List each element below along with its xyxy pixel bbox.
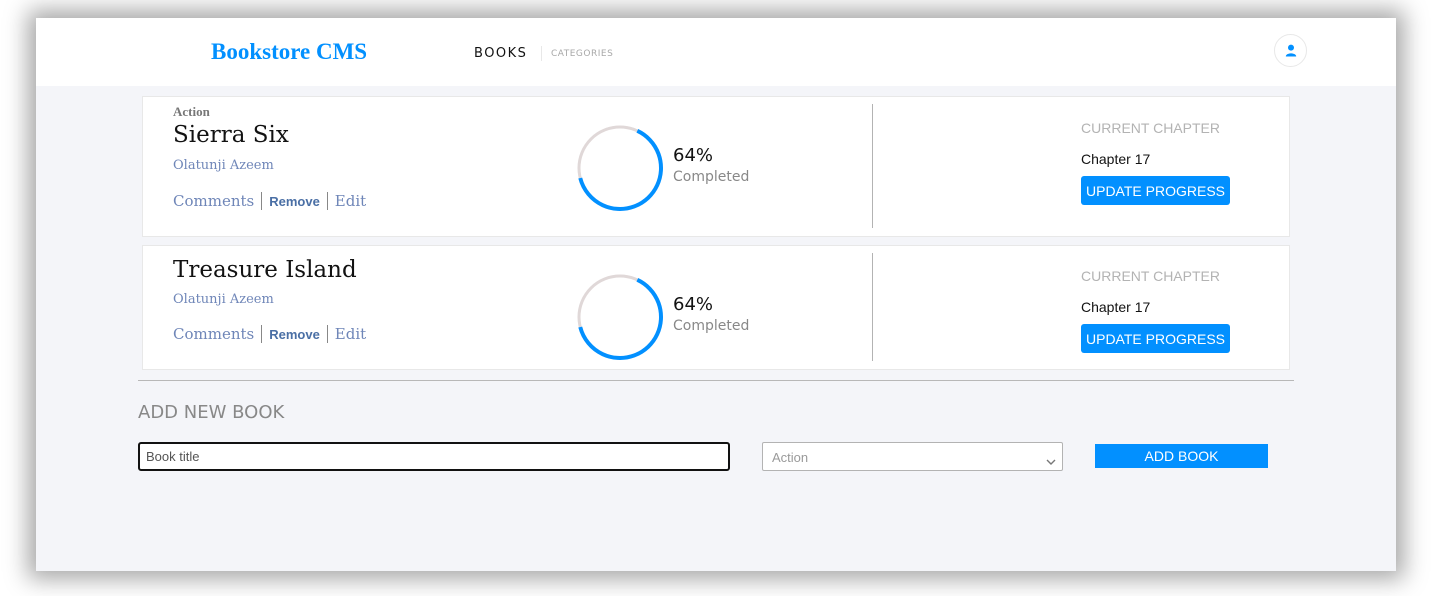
comments-button[interactable]: Comments [173, 192, 254, 210]
action-separator [261, 325, 263, 343]
remove-button[interactable]: Remove [269, 194, 320, 209]
comments-button[interactable]: Comments [173, 325, 254, 343]
update-progress-button[interactable]: UPDATE PROGRESS [1081, 324, 1230, 353]
progress-completed-label: Completed [673, 318, 750, 334]
action-separator [326, 192, 328, 210]
remove-button[interactable]: Remove [269, 327, 320, 342]
action-separator [326, 325, 328, 343]
card-divider [872, 253, 873, 361]
current-chapter-label: CURRENT CHAPTER [1081, 268, 1220, 284]
progress-circle [577, 125, 663, 211]
chevron-down-icon [1046, 453, 1056, 471]
book-card: Treasure Island Olatunji Azeem Comments … [142, 245, 1290, 370]
book-genre: Action [173, 104, 210, 119]
card-divider [872, 104, 873, 228]
category-select-value: Action [772, 450, 809, 465]
book-title: Treasure Island [173, 257, 357, 283]
user-avatar-button[interactable] [1274, 34, 1307, 67]
section-divider [138, 380, 1294, 381]
category-select[interactable]: Action [762, 442, 1063, 471]
progress-percent: 64% [673, 145, 714, 166]
app-window: Bookstore CMS BOOKS CATEGORIES Action Si… [36, 18, 1396, 571]
add-book-button[interactable]: ADD BOOK [1095, 444, 1268, 468]
nav-separator [541, 46, 542, 61]
book-card: Action Sierra Six Olatunji Azeem Comment… [142, 96, 1290, 237]
brand-logo[interactable]: Bookstore CMS [211, 39, 367, 65]
current-chapter-value: Chapter 17 [1081, 151, 1151, 167]
navbar: Bookstore CMS BOOKS CATEGORIES [36, 18, 1396, 86]
progress-completed-label: Completed [673, 169, 750, 185]
update-progress-button[interactable]: UPDATE PROGRESS [1081, 176, 1230, 205]
book-title: Sierra Six [173, 122, 289, 148]
nav-link-categories[interactable]: CATEGORIES [551, 49, 613, 59]
current-chapter-value: Chapter 17 [1081, 299, 1151, 315]
book-author[interactable]: Olatunji Azeem [173, 158, 274, 173]
book-actions: Comments Remove Edit [173, 325, 366, 343]
edit-button[interactable]: Edit [335, 325, 366, 343]
book-actions: Comments Remove Edit [173, 192, 366, 210]
progress-percent: 64% [673, 294, 714, 315]
book-author[interactable]: Olatunji Azeem [173, 292, 274, 307]
progress-circle [577, 274, 663, 361]
current-chapter-label: CURRENT CHAPTER [1081, 120, 1220, 136]
nav-link-books[interactable]: BOOKS [474, 46, 527, 61]
add-book-heading: ADD NEW BOOK [138, 402, 285, 423]
edit-button[interactable]: Edit [335, 192, 366, 210]
action-separator [261, 192, 263, 210]
book-title-input[interactable] [138, 442, 730, 471]
